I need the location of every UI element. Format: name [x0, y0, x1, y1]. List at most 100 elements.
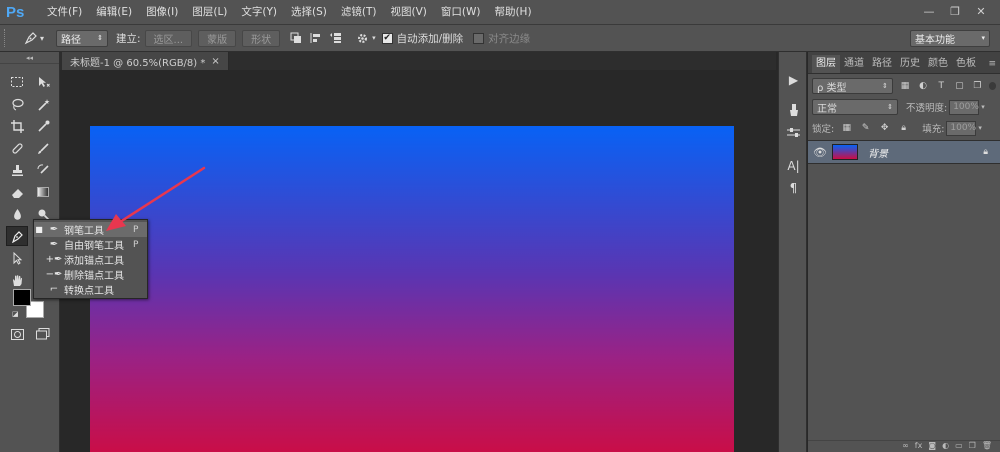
shape-filter-icon[interactable]: ▢: [953, 80, 965, 93]
tab-color[interactable]: 颜色: [924, 55, 952, 73]
flyout-item-freeform-pen[interactable]: ✒ 自由钢笔工具 P: [34, 237, 147, 252]
path-arrangement-icon[interactable]: [326, 29, 346, 47]
brush-panel-icon[interactable]: [783, 100, 804, 120]
layer-row-background[interactable]: 👁︎ 背景 🔒︎: [808, 140, 1000, 164]
tool-mode-select[interactable]: 路径 ⇕: [56, 29, 108, 47]
chevron-down-icon: ▾: [39, 33, 44, 43]
link-layers-icon[interactable]: ∞: [902, 441, 909, 452]
play-actions-icon[interactable]: ▶: [783, 70, 804, 90]
character-panel-icon[interactable]: A|: [783, 156, 804, 176]
brush-tool[interactable]: [32, 138, 54, 158]
crop-tool[interactable]: [6, 116, 28, 136]
pen-tool[interactable]: [6, 226, 28, 246]
tab-channels[interactable]: 通道: [840, 55, 868, 73]
lock-image-icon[interactable]: ✎: [859, 122, 872, 135]
path-operations-icon[interactable]: [286, 29, 306, 47]
menu-edit[interactable]: 编辑(E): [89, 0, 139, 25]
type-filter-icon[interactable]: T: [935, 80, 947, 93]
new-group-icon[interactable]: ▭: [955, 441, 963, 452]
make-shape-button[interactable]: 形状: [242, 29, 281, 47]
delete-layer-icon[interactable]: 🗑︎: [982, 441, 992, 452]
opacity-input[interactable]: 100%: [949, 99, 980, 115]
magic-wand-tool[interactable]: [32, 94, 54, 114]
eyedropper-tool[interactable]: [32, 116, 54, 136]
gradient-tool[interactable]: [32, 182, 54, 202]
menu-help[interactable]: 帮助(H): [487, 0, 538, 25]
adjustment-filter-icon[interactable]: ◐: [917, 80, 929, 93]
minimize-button[interactable]: —: [920, 4, 938, 20]
gear-icon[interactable]: [352, 29, 372, 47]
flyout-item-add-anchor[interactable]: +✒ 添加锚点工具: [34, 252, 147, 267]
blur-tool[interactable]: [6, 204, 28, 224]
eye-visibility-icon[interactable]: 👁︎: [808, 146, 832, 159]
menu-image[interactable]: 图像(I): [139, 0, 185, 25]
tab-swatches[interactable]: 色板: [952, 55, 980, 73]
foreground-color-swatch[interactable]: [13, 289, 31, 306]
restore-button[interactable]: ❐: [946, 4, 964, 20]
fill-input[interactable]: 100%: [946, 120, 977, 136]
layer-filter-select[interactable]: ρ 类型 ⇕: [812, 78, 893, 94]
menu-select[interactable]: 选择(S): [284, 0, 334, 25]
document-tab[interactable]: 未标题-1 @ 60.5%(RGB/8) * ×: [62, 52, 229, 70]
align-edges-checkbox[interactable]: [473, 32, 485, 44]
hand-tool[interactable]: [6, 270, 28, 290]
clone-stamp-tool[interactable]: [6, 160, 28, 180]
document-canvas[interactable]: [90, 126, 734, 452]
pixel-filter-icon[interactable]: ▦: [899, 80, 911, 93]
blend-mode-select[interactable]: 正常 ⇕: [812, 99, 898, 115]
default-colors-icon[interactable]: ◪: [12, 310, 21, 319]
crop-icon: [10, 119, 24, 133]
paragraph-panel-icon[interactable]: ¶: [783, 178, 804, 198]
layer-style-icon[interactable]: fx: [915, 441, 923, 452]
marquee-tool[interactable]: [6, 72, 28, 92]
new-adjustment-icon[interactable]: ◐: [942, 441, 949, 452]
updown-icon: ⇕: [887, 103, 893, 111]
menu-filter[interactable]: 滤镜(T): [334, 0, 384, 25]
document-tab-bar: 未标题-1 @ 60.5%(RGB/8) * ×: [60, 52, 776, 70]
chevron-down-icon[interactable]: ▾: [978, 124, 982, 132]
menu-file[interactable]: 文件(F): [40, 0, 89, 25]
make-mask-button[interactable]: 蒙版: [198, 29, 237, 47]
make-selection-button[interactable]: 选区...: [144, 29, 193, 47]
tab-paths[interactable]: 路径: [868, 55, 896, 73]
quick-mask-button[interactable]: [6, 324, 28, 344]
chevron-down-icon[interactable]: ▾: [981, 103, 985, 111]
menu-window[interactable]: 窗口(W): [434, 0, 488, 25]
filter-toggle-icon[interactable]: [988, 82, 996, 90]
tab-layers[interactable]: 图层: [812, 55, 840, 73]
menu-view[interactable]: 视图(V): [383, 0, 433, 25]
lock-fill-row: 锁定: ▦ ✎ ✥ 🔒︎ 填充: 100% ▾: [812, 118, 996, 138]
lock-all-icon[interactable]: 🔒︎: [897, 122, 910, 135]
tool-preset-picker[interactable]: ▾: [16, 28, 52, 48]
menu-type[interactable]: 文字(Y): [234, 0, 284, 25]
options-grip[interactable]: [4, 29, 8, 47]
move-tool[interactable]: [32, 72, 54, 92]
screen-mode-button[interactable]: [32, 324, 54, 344]
eraser-tool[interactable]: [6, 182, 28, 202]
flyout-item-convert-point[interactable]: ⌐ 转换点工具: [34, 282, 147, 297]
canvas-workspace[interactable]: [60, 70, 776, 452]
panel-menu-icon[interactable]: ≡: [988, 55, 996, 73]
auto-add-delete-checkbox[interactable]: ✔: [381, 32, 393, 44]
add-mask-icon[interactable]: ◙: [928, 441, 936, 452]
path-alignment-icon[interactable]: [306, 29, 326, 47]
workspace-select[interactable]: 基本功能 ▾: [910, 29, 990, 47]
flyout-item-delete-anchor[interactable]: −✒ 删除锚点工具: [34, 267, 147, 282]
new-layer-icon[interactable]: ❐: [969, 441, 976, 452]
flyout-item-pen[interactable]: ■ ✒ 钢笔工具 P: [34, 222, 147, 237]
healing-brush-tool[interactable]: [6, 138, 28, 158]
menu-layer[interactable]: 图层(L): [185, 0, 234, 25]
path-selection-tool[interactable]: [6, 248, 28, 268]
close-window-button[interactable]: ✕: [972, 4, 990, 20]
tab-history[interactable]: 历史: [896, 55, 924, 73]
tools-collapse-icon[interactable]: ◂◂: [0, 52, 59, 64]
delete-anchor-icon: −✒: [45, 269, 63, 280]
close-tab-icon[interactable]: ×: [211, 56, 219, 67]
history-brush-tool[interactable]: [32, 160, 54, 180]
lasso-tool[interactable]: [6, 94, 28, 114]
layer-list-empty-area[interactable]: [808, 164, 1000, 434]
smart-object-filter-icon[interactable]: ❐: [971, 80, 983, 93]
lock-position-icon[interactable]: ✥: [878, 122, 891, 135]
lock-transparent-icon[interactable]: ▦: [840, 122, 853, 135]
adjustments-icon[interactable]: [783, 122, 804, 142]
